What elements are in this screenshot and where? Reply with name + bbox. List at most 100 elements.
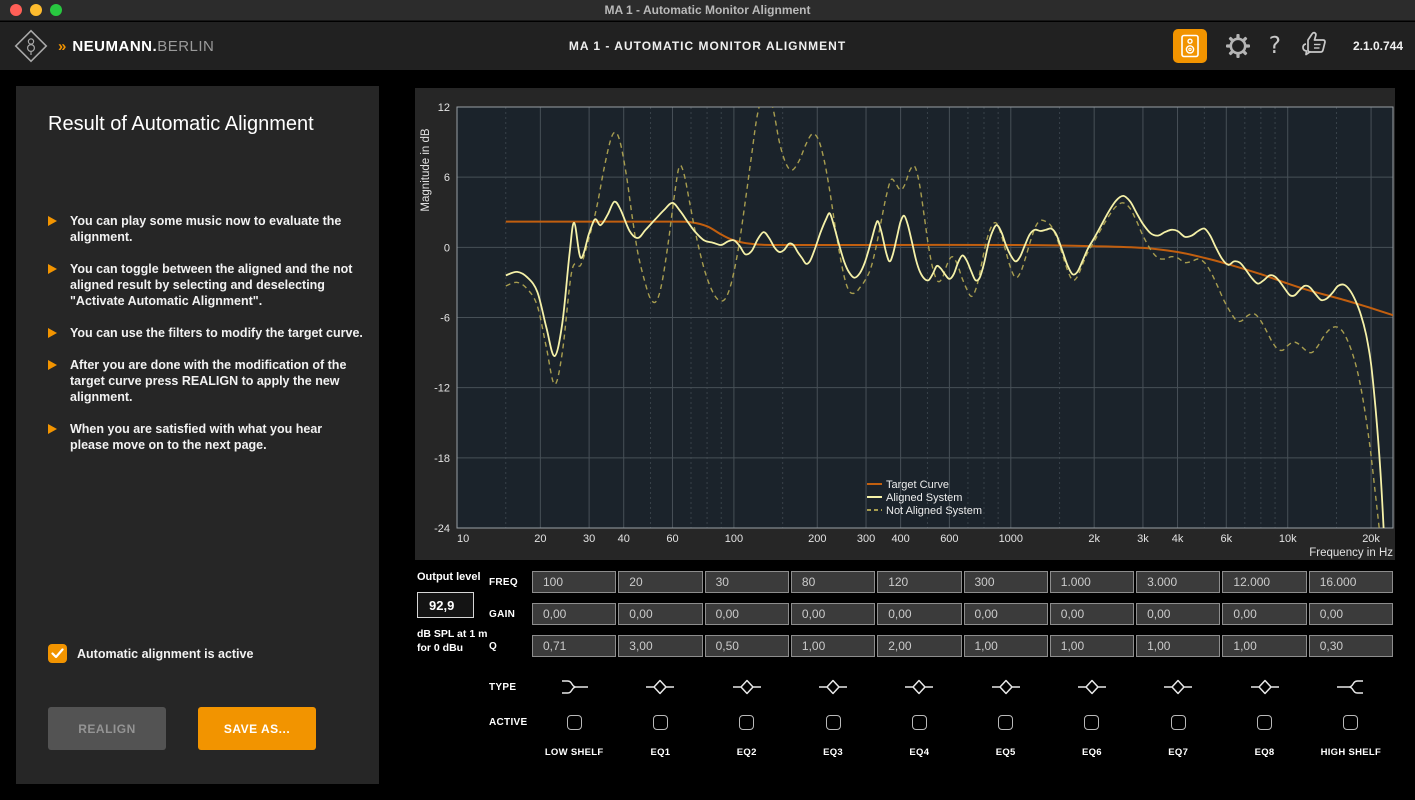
x-tick-label: 20k — [1362, 533, 1380, 545]
eq-active-checkbox[interactable] — [567, 715, 582, 730]
eq-q-cell[interactable]: 1,00 — [1050, 635, 1134, 657]
x-tick-label: 20 — [534, 533, 546, 545]
frequency-response-chart: 1260-6-12-18-241020304060100200300400600… — [415, 88, 1395, 560]
eq-type-selector[interactable] — [1136, 676, 1220, 698]
gain-row-label: GAIN — [489, 609, 532, 620]
response-chart-panel: 1260-6-12-18-241020304060100200300400600… — [415, 88, 1395, 560]
x-tick-label: 3k — [1137, 533, 1149, 545]
eq-gain-cell[interactable]: 0,00 — [618, 603, 702, 625]
eq-type-selector[interactable] — [532, 676, 616, 698]
eq-gain-cell[interactable]: 0,00 — [1136, 603, 1220, 625]
eq-q-cell[interactable]: 2,00 — [877, 635, 961, 657]
x-tick-label: 2k — [1088, 533, 1100, 545]
eq-gain-cell[interactable]: 0,00 — [532, 603, 616, 625]
eq-active-cell — [618, 715, 702, 730]
eq-active-checkbox[interactable] — [1084, 715, 1099, 730]
eq-gain-cell[interactable]: 0,00 — [791, 603, 875, 625]
eq-active-checkbox[interactable] — [739, 715, 754, 730]
eq-active-checkbox[interactable] — [826, 715, 841, 730]
bell-icon — [645, 676, 675, 698]
eq-gain-cell[interactable]: 0,00 — [877, 603, 961, 625]
eq-gain-cell[interactable]: 0,00 — [1309, 603, 1393, 625]
eq-gain-cell[interactable]: 0,00 — [705, 603, 789, 625]
eq-freq-cell[interactable]: 100 — [532, 571, 616, 593]
x-tick-label: 6k — [1220, 533, 1232, 545]
bell-icon — [1250, 676, 1280, 698]
window-title: MA 1 - Automatic Monitor Alignment — [0, 3, 1415, 17]
legend-label: Aligned System — [886, 492, 962, 504]
eq-active-checkbox[interactable] — [1171, 715, 1186, 730]
eq-name-row: LOW SHELFEQ1EQ2EQ3EQ4EQ5EQ6EQ7EQ8HIGH SH… — [489, 743, 1393, 761]
eq-active-cell — [705, 715, 789, 730]
eq-gain-row: GAIN 0,000,000,000,000,000,000,000,000,0… — [489, 603, 1393, 625]
type-row-label: TYPE — [489, 682, 532, 693]
eq-active-checkbox[interactable] — [1343, 715, 1358, 730]
eq-freq-cell[interactable]: 80 — [791, 571, 875, 593]
eq-freq-cell[interactable]: 30 — [705, 571, 789, 593]
eq-table: FREQ 1002030801203001.0003.00012.00016.0… — [489, 571, 1393, 761]
eq-active-cell — [1309, 715, 1393, 730]
x-tick-label: 600 — [940, 533, 958, 545]
eq-active-checkbox[interactable] — [912, 715, 927, 730]
eq-q-cell[interactable]: 0,30 — [1309, 635, 1393, 657]
eq-q-cell[interactable]: 0,71 — [532, 635, 616, 657]
eq-gain-cell[interactable]: 0,00 — [1222, 603, 1306, 625]
eq-freq-cell[interactable]: 300 — [964, 571, 1048, 593]
instruction-item: When you are satisfied with what you hea… — [48, 421, 364, 453]
bell-icon — [1077, 676, 1107, 698]
y-tick-label: -12 — [434, 383, 450, 395]
eq-freq-cell[interactable]: 3.000 — [1136, 571, 1220, 593]
eq-q-cell[interactable]: 1,00 — [1222, 635, 1306, 657]
eq-type-selector[interactable] — [618, 676, 702, 698]
eq-q-cell[interactable]: 1,00 — [791, 635, 875, 657]
eq-q-cell[interactable]: 3,00 — [618, 635, 702, 657]
eq-active-checkbox[interactable] — [653, 715, 668, 730]
eq-type-selector[interactable] — [791, 676, 875, 698]
eq-freq-cell[interactable]: 16.000 — [1309, 571, 1393, 593]
app-header: » NEUMANN.BERLIN MA 1 - AUTOMATIC MONITO… — [0, 22, 1415, 70]
eq-type-selector[interactable] — [1050, 676, 1134, 698]
eq-gain-cell[interactable]: 0,00 — [1050, 603, 1134, 625]
eq-type-selector[interactable] — [1309, 676, 1393, 698]
eq-type-selector[interactable] — [1222, 676, 1306, 698]
eq-freq-cell[interactable]: 12.000 — [1222, 571, 1306, 593]
alignment-active-checkbox[interactable] — [48, 644, 67, 663]
eq-type-selector[interactable] — [705, 676, 789, 698]
eq-gain-cell[interactable]: 0,00 — [964, 603, 1048, 625]
eq-type-selector[interactable] — [964, 676, 1048, 698]
eq-band-label: LOW SHELF — [532, 747, 616, 758]
x-tick-label: 30 — [583, 533, 595, 545]
eq-type-selector[interactable] — [877, 676, 961, 698]
save-as-button[interactable]: SAVE AS... — [198, 707, 316, 750]
eq-freq-cell[interactable]: 20 — [618, 571, 702, 593]
monitor-setup-button[interactable] — [1173, 29, 1207, 63]
eq-freq-cell[interactable]: 1.000 — [1050, 571, 1134, 593]
eq-active-checkbox[interactable] — [1257, 715, 1272, 730]
question-mark-icon: ? — [1269, 33, 1281, 59]
realign-button[interactable]: REALIGN — [48, 707, 166, 750]
bell-icon — [732, 676, 762, 698]
bell-icon — [904, 676, 934, 698]
feedback-button[interactable] — [1298, 31, 1332, 61]
help-button[interactable]: ? — [1269, 33, 1281, 59]
instruction-list: You can play some music now to evaluate … — [48, 213, 364, 469]
eq-q-cell[interactable]: 1,00 — [964, 635, 1048, 657]
y-tick-label: -18 — [434, 453, 450, 465]
eq-band-label: EQ3 — [791, 747, 875, 758]
window-titlebar: MA 1 - Automatic Monitor Alignment — [0, 0, 1415, 21]
instruction-item: After you are done with the modification… — [48, 357, 364, 405]
settings-button[interactable] — [1224, 32, 1252, 60]
y-tick-label: 6 — [444, 172, 450, 184]
eq-q-cell[interactable]: 1,00 — [1136, 635, 1220, 657]
eq-filter-section: Output level 92,9 dB SPL at 1 m for 0 dB… — [415, 563, 1395, 800]
eq-freq-cell[interactable]: 120 — [877, 571, 961, 593]
speaker-monitor-icon — [1180, 34, 1200, 58]
output-level-input[interactable]: 92,9 — [417, 592, 474, 618]
instruction-item: You can use the filters to modify the ta… — [48, 325, 364, 341]
eq-active-cell — [964, 715, 1048, 730]
eq-q-cell[interactable]: 0,50 — [705, 635, 789, 657]
eq-active-cell — [791, 715, 875, 730]
eq-active-checkbox[interactable] — [998, 715, 1013, 730]
eq-band-label: EQ1 — [618, 747, 702, 758]
bullet-triangle-icon — [48, 261, 70, 309]
